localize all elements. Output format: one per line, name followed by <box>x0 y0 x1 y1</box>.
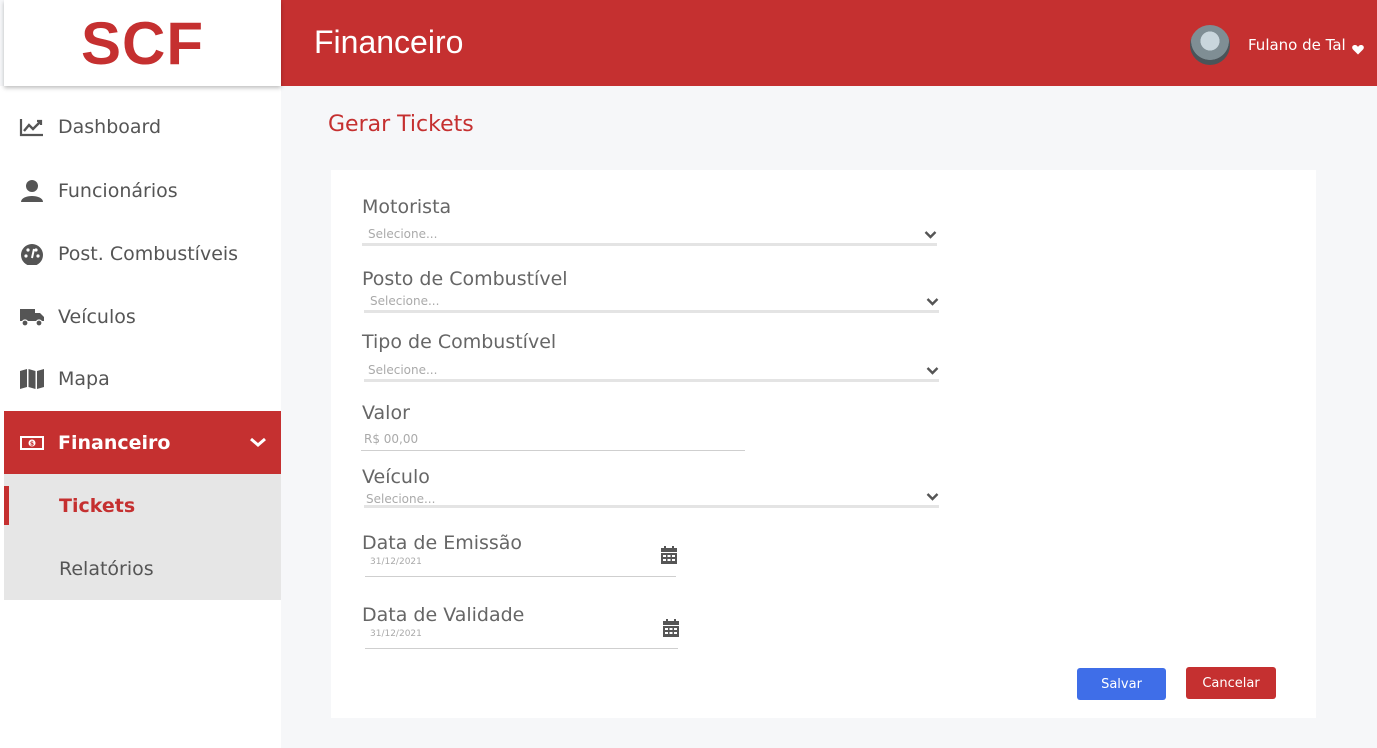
chevron-down-icon[interactable] <box>926 486 939 505</box>
user-icon <box>19 179 45 202</box>
submenu-item-label: Relatórios <box>59 557 154 580</box>
veiculo-underline <box>364 505 939 508</box>
motorista-select[interactable]: Selecione... <box>368 227 437 241</box>
sidebar-item-label: Veículos <box>58 305 136 328</box>
sidebar-item-financeiro[interactable]: $ Financeiro <box>4 411 281 474</box>
heart-icon[interactable] <box>1352 40 1364 59</box>
tipo-underline <box>364 379 939 382</box>
form-card <box>331 170 1316 718</box>
posto-label: Posto de Combustível <box>362 268 568 290</box>
logo-text: SCF <box>81 9 204 77</box>
sidebar-item-dashboard[interactable]: Dashboard <box>0 95 281 158</box>
posto-underline <box>364 310 939 313</box>
valor-label: Valor <box>362 402 410 424</box>
money-bill-icon: $ <box>19 432 45 454</box>
chevron-down-icon <box>249 433 267 452</box>
sidebar-item-label: Mapa <box>58 367 110 390</box>
posto-select[interactable]: Selecione... <box>370 294 439 308</box>
top-header: Financeiro Fulano de Tal <box>281 0 1377 86</box>
header-title: Financeiro <box>314 24 464 60</box>
calendar-icon[interactable] <box>661 546 677 568</box>
veiculo-label: Veículo <box>362 466 430 488</box>
sidebar-item-label: Funcionários <box>58 179 178 202</box>
sidebar-item-mapa[interactable]: Mapa <box>0 347 281 410</box>
sidebar-item-veiculos[interactable]: Veículos <box>0 285 281 348</box>
tipo-label: Tipo de Combustível <box>362 331 557 353</box>
cancel-button[interactable]: Cancelar <box>1186 667 1276 699</box>
sidebar-item-funcionarios[interactable]: Funcionários <box>0 159 281 222</box>
valor-underline <box>361 450 745 451</box>
submenu-item-label: Tickets <box>59 494 136 517</box>
sidebar-item-label: Dashboard <box>58 115 162 138</box>
app-logo[interactable]: SCF <box>4 0 281 86</box>
truck-icon <box>19 306 45 328</box>
validade-label: Data de Validade <box>362 604 525 626</box>
calendar-icon[interactable] <box>663 619 679 641</box>
gauge-icon <box>19 243 45 265</box>
chevron-down-icon[interactable] <box>926 291 939 310</box>
financeiro-submenu: Tickets Relatórios <box>4 474 281 600</box>
sidebar-item-label: Financeiro <box>58 431 171 454</box>
sidebar-item-postos[interactable]: Post. Combustíveis <box>0 222 281 285</box>
motorista-underline <box>362 243 937 246</box>
chart-line-icon <box>19 116 45 138</box>
active-indicator <box>4 486 9 525</box>
map-icon <box>19 368 45 390</box>
submenu-item-relatorios[interactable]: Relatórios <box>4 537 281 600</box>
emissao-label: Data de Emissão <box>362 532 523 554</box>
chevron-down-icon[interactable] <box>926 360 939 379</box>
sidebar-item-label: Post. Combustíveis <box>58 242 239 265</box>
veiculo-select[interactable]: Selecione... <box>366 492 435 506</box>
chevron-down-icon[interactable] <box>924 224 937 243</box>
save-button[interactable]: Salvar <box>1077 668 1166 700</box>
emissao-input[interactable]: 31/12/2021 <box>370 557 422 567</box>
tipo-select[interactable]: Selecione... <box>368 363 437 377</box>
validade-input[interactable]: 31/12/2021 <box>370 629 422 639</box>
emissao-underline <box>365 576 676 577</box>
avatar[interactable] <box>1190 25 1230 65</box>
submenu-item-tickets[interactable]: Tickets <box>4 474 281 537</box>
validade-underline <box>365 648 678 649</box>
page-title: Gerar Tickets <box>328 112 474 137</box>
user-name[interactable]: Fulano de Tal <box>1248 36 1346 54</box>
motorista-label: Motorista <box>362 196 452 218</box>
valor-input[interactable]: R$ 00,00 <box>364 432 418 446</box>
sidebar: Dashboard Funcionários Post. Combustívei… <box>0 86 281 748</box>
svg-text:$: $ <box>30 440 34 447</box>
